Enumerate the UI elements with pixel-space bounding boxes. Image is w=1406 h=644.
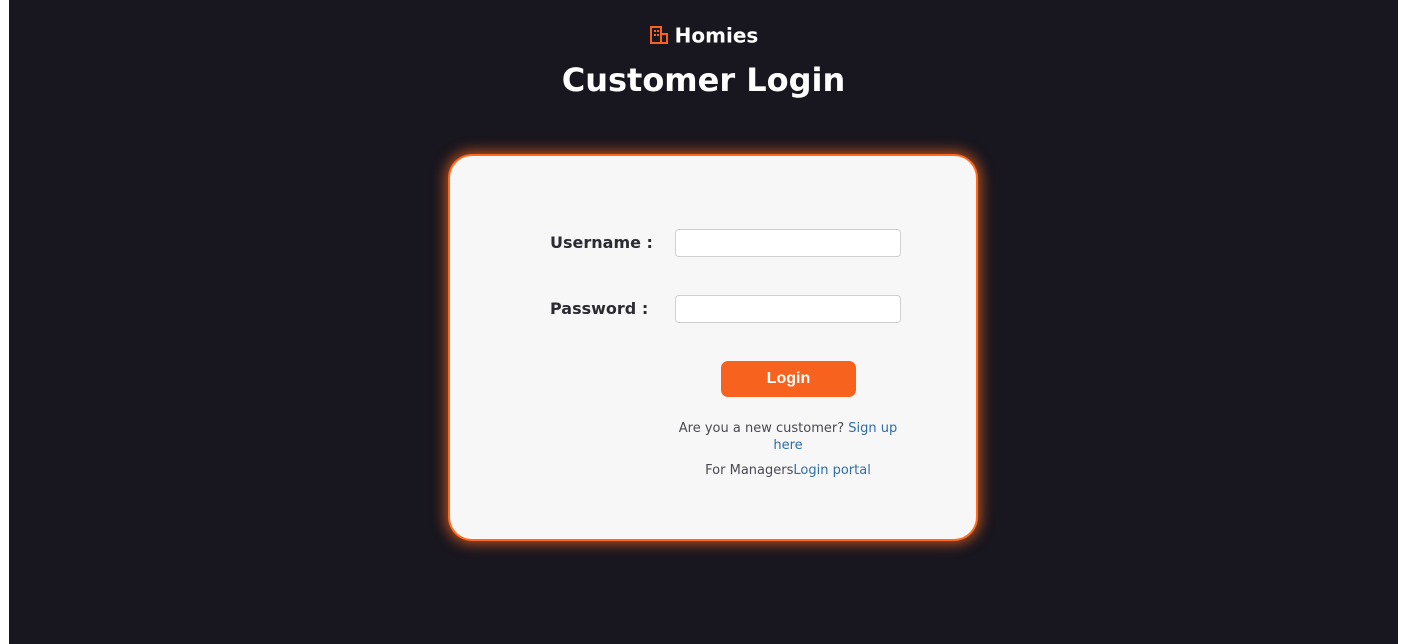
- signup-prompt: Are you a new customer? Sign up here: [678, 420, 898, 454]
- password-input[interactable]: [675, 295, 901, 323]
- login-card: Username : Password : Login Are you a ne…: [450, 156, 976, 539]
- password-label: Password :: [550, 299, 649, 318]
- brand-name: Homies: [674, 23, 759, 48]
- username-input[interactable]: [675, 229, 901, 257]
- managers-prompt-text: For Managers: [705, 463, 794, 478]
- page-title: Customer Login: [561, 61, 846, 99]
- username-label: Username :: [550, 233, 653, 252]
- manager-login-link[interactable]: Login portal: [793, 463, 870, 478]
- building-icon: [649, 24, 669, 44]
- page-background: Homies Customer Login Username : Passwor…: [9, 0, 1398, 644]
- signup-prompt-text: Are you a new customer?: [678, 421, 849, 436]
- managers-prompt: For ManagersLogin portal: [650, 462, 926, 479]
- brand-header: Homies: [9, 20, 1398, 50]
- login-button[interactable]: Login: [721, 361, 856, 397]
